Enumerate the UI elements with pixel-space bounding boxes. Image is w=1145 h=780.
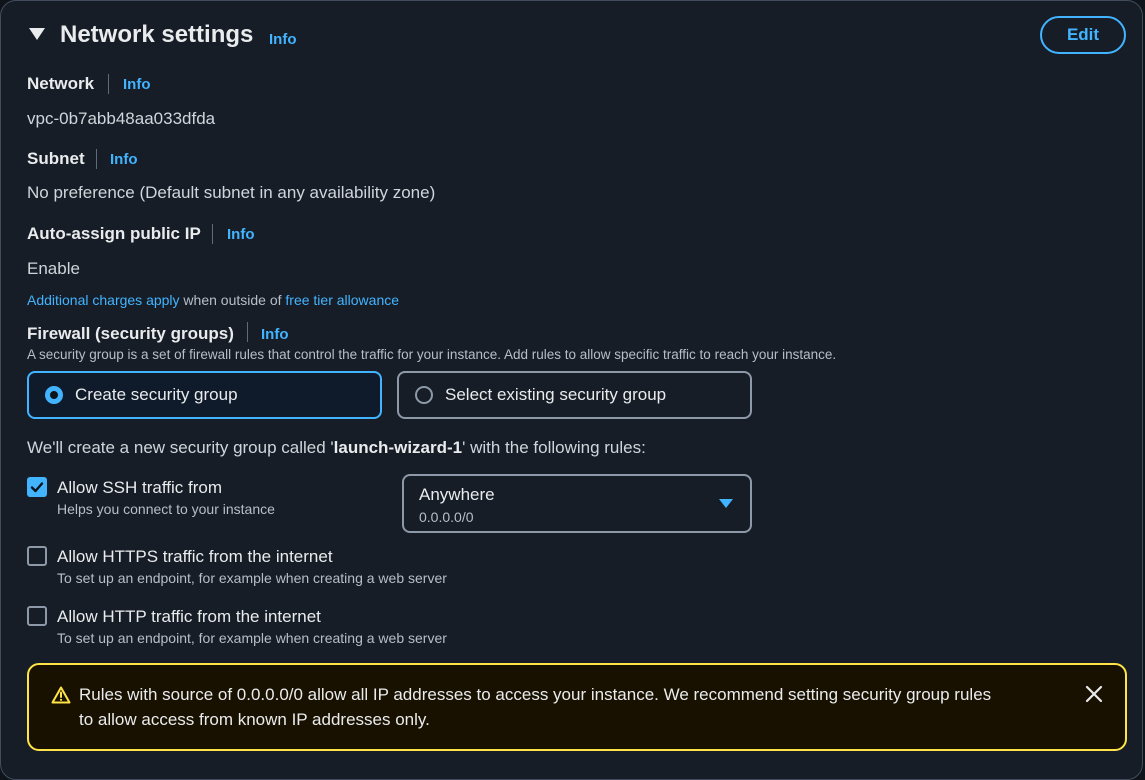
radio-selected-icon[interactable]	[45, 386, 63, 404]
warning-icon	[51, 686, 71, 704]
select-existing-security-group-option[interactable]: Select existing security group	[397, 371, 752, 419]
http-rule-label[interactable]: Allow HTTP traffic from the internet	[57, 607, 321, 627]
section-info-link[interactable]: Info	[269, 31, 297, 48]
http-checkbox[interactable]	[27, 606, 47, 626]
summary-text: We'll create a new security group called…	[27, 438, 334, 457]
firewall-info-link[interactable]: Info	[261, 326, 289, 343]
network-label: Network	[27, 74, 95, 93]
close-icon[interactable]	[1085, 685, 1103, 703]
alert-text-line1: Rules with source of 0.0.0.0/0 allow all…	[79, 685, 992, 704]
subnet-label: Subnet	[27, 149, 85, 168]
ssh-checkbox[interactable]	[27, 477, 47, 497]
select-value: Anywhere	[419, 485, 495, 504]
caret-down-icon[interactable]	[29, 28, 45, 40]
public-ip-label: Auto-assign public IP	[27, 224, 201, 243]
network-settings-panel: Network settings Info Edit Network Info …	[0, 0, 1143, 780]
public-ip-info-link[interactable]: Info	[227, 226, 255, 243]
select-subvalue: 0.0.0.0/0	[419, 509, 474, 525]
https-checkbox[interactable]	[27, 546, 47, 566]
subnet-info-link[interactable]: Info	[110, 151, 138, 168]
divider	[212, 224, 213, 244]
subnet-value: No preference (Default subnet in any ava…	[27, 183, 436, 202]
public-ip-value: Enable	[27, 259, 80, 278]
charges-note: Additional charges apply when outside of…	[27, 292, 399, 308]
network-value: vpc-0b7abb48aa033dfda	[27, 109, 216, 128]
firewall-description: A security group is a set of firewall ru…	[27, 347, 837, 362]
additional-charges-link[interactable]: Additional charges apply	[27, 292, 180, 308]
charges-text: when outside of	[179, 292, 286, 308]
ssh-source-select[interactable]: Anywhere 0.0.0.0/0	[402, 474, 752, 533]
https-rule-description: To set up an endpoint, for example when …	[57, 570, 447, 586]
edit-button[interactable]: Edit	[1040, 16, 1126, 54]
network-info-link[interactable]: Info	[123, 76, 151, 93]
section-title[interactable]: Network settings	[60, 21, 253, 49]
checkmark-icon	[30, 482, 44, 493]
divider	[108, 74, 109, 94]
alert-text-line2: to allow access from known IP addresses …	[79, 710, 430, 729]
option-label: Select existing security group	[445, 385, 667, 404]
option-label: Create security group	[75, 385, 238, 404]
summary-text: ' with the following rules:	[462, 438, 646, 457]
dropdown-arrow-icon	[719, 499, 733, 508]
divider	[247, 322, 248, 342]
create-security-group-option[interactable]: Create security group	[27, 371, 382, 419]
security-group-name: launch-wizard-1	[333, 438, 463, 457]
ssh-rule-label[interactable]: Allow SSH traffic from	[57, 478, 222, 498]
ssh-rule-description: Helps you connect to your instance	[57, 501, 275, 517]
free-tier-link[interactable]: free tier allowance	[285, 292, 399, 308]
firewall-label: Firewall (security groups)	[27, 324, 234, 343]
radio-unselected-icon[interactable]	[415, 386, 433, 404]
warning-alert: Rules with source of 0.0.0.0/0 allow all…	[27, 663, 1127, 751]
divider	[96, 149, 97, 169]
http-rule-description: To set up an endpoint, for example when …	[57, 630, 447, 646]
security-group-summary: We'll create a new security group called…	[27, 438, 646, 458]
https-rule-label[interactable]: Allow HTTPS traffic from the internet	[57, 547, 333, 567]
